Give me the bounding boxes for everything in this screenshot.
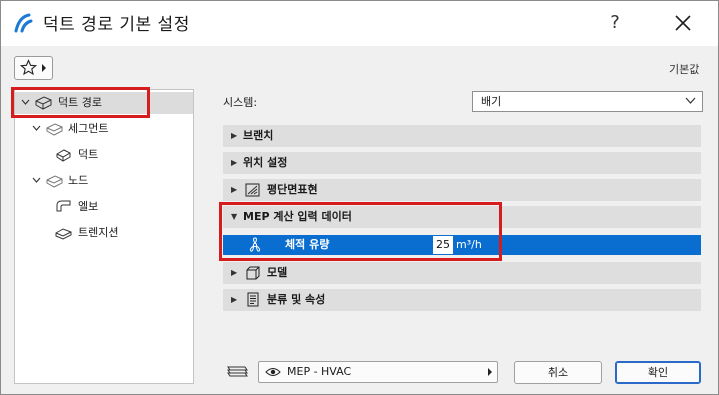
tree-item-label: 트렌지션 [78, 226, 119, 239]
tree-item-duct[interactable]: 덕트 [15, 144, 193, 166]
tree-item-label: 덕트 경로 [58, 96, 102, 109]
favorites-button[interactable] [14, 56, 53, 80]
section-label: 모델 [267, 266, 288, 279]
title-bar: 덕트 경로 기본 설정 ? [1, 1, 718, 46]
expand-triangle-icon: ▶ [231, 131, 238, 140]
chevron-down-icon [32, 177, 41, 183]
duct-route-icon [35, 96, 52, 110]
help-button[interactable]: ? [598, 7, 632, 39]
section-branch[interactable]: ▶ 브랜치 [223, 125, 701, 147]
tree-item-node[interactable]: 노드 [15, 170, 193, 192]
section-model[interactable]: ▶ 모델 [223, 262, 701, 284]
layer-select[interactable]: MEP - HVAC [258, 361, 498, 383]
document-icon [247, 292, 259, 307]
param-value-input[interactable]: 25 [433, 236, 453, 254]
section-mep-input[interactable]: ▼ MEP 계산 입력 데이터 [223, 206, 701, 228]
section-label: 브랜치 [243, 129, 274, 142]
tree-item-segment[interactable]: 세그먼트 [15, 118, 193, 140]
transition-icon [55, 228, 72, 240]
duct-icon [56, 149, 71, 162]
floor-plan-icon [245, 183, 260, 197]
section-floor-plan[interactable]: ▶ 평단면표현 [223, 179, 701, 201]
close-icon[interactable] [666, 7, 700, 39]
chevron-down-icon [685, 97, 696, 104]
tree-item-label: 엘보 [78, 200, 99, 213]
collapse-triangle-icon: ▼ [231, 212, 238, 221]
toolbar: 기본값 [1, 46, 718, 86]
ok-button[interactable]: 확인 [615, 361, 701, 384]
section-label: 평단면표현 [267, 183, 318, 196]
elbow-icon [56, 200, 71, 212]
fan-icon [249, 237, 261, 252]
dialog-title: 덕트 경로 기본 설정 [43, 15, 190, 35]
chevron-down-icon [32, 125, 41, 131]
expand-triangle-icon: ▶ [231, 295, 238, 304]
section-label: 위치 설정 [243, 156, 288, 169]
param-row-volume-flow[interactable]: 체적 유량 25 m³/h [223, 235, 701, 255]
expand-triangle-icon: ▶ [231, 268, 238, 277]
param-unit: m³/h [456, 238, 482, 251]
chevron-right-icon [488, 368, 492, 376]
section-position-settings[interactable]: ▶ 위치 설정 [223, 152, 701, 174]
tree-item-elbow[interactable]: 엘보 [15, 196, 193, 218]
section-classification[interactable]: ▶ 분류 및 속성 [223, 289, 701, 311]
section-label: 분류 및 속성 [267, 293, 326, 306]
archicad-logo-icon [14, 13, 33, 33]
tree-item-label: 노드 [68, 174, 89, 187]
tree-item-transition[interactable]: 트렌지션 [15, 222, 193, 244]
star-icon [20, 59, 37, 76]
defaults-label[interactable]: 기본값 [669, 61, 699, 77]
system-label: 시스템: [223, 96, 258, 109]
tree-item-label: 덕트 [78, 148, 99, 161]
layers-icon [227, 366, 248, 377]
chevron-down-icon [21, 99, 30, 105]
tree-item-label: 세그먼트 [68, 122, 109, 135]
tree-item-duct-route[interactable]: 덕트 경로 [15, 92, 193, 114]
eye-icon [265, 368, 281, 376]
section-label: MEP 계산 입력 데이터 [243, 210, 352, 223]
settings-tree: 덕트 경로 세그먼트 덕트 노드 엘보 트렌지션 [14, 89, 194, 384]
segment-icon [46, 123, 63, 136]
expand-triangle-icon: ▶ [231, 158, 238, 167]
system-value: 배기 [481, 95, 502, 108]
expand-triangle-icon: ▶ [231, 185, 238, 194]
dialog-window: 덕트 경로 기본 설정 ? 기본값 덕트 경로 세그먼트 덕트 노드 엘보 트렌… [0, 0, 719, 395]
model-cube-icon [246, 266, 260, 280]
node-icon [46, 175, 63, 188]
system-select[interactable]: 배기 [472, 91, 703, 112]
cancel-button[interactable]: 취소 [514, 361, 602, 384]
chevron-right-icon [42, 64, 46, 72]
layer-value: MEP - HVAC [287, 365, 352, 378]
param-label: 체적 유량 [285, 238, 330, 251]
